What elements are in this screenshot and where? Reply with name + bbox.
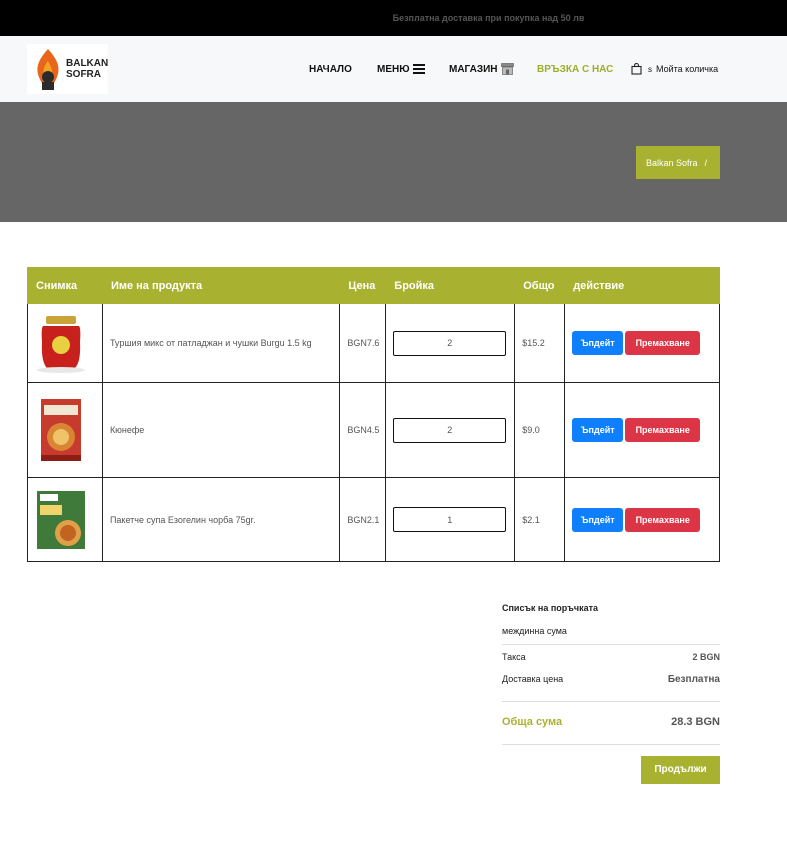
nav-home[interactable]: НАЧАЛО [309, 36, 352, 102]
remove-button[interactable]: Премахване [625, 331, 701, 355]
nav-cart[interactable]: s Мойта количка [631, 36, 718, 102]
product-total: $2.1 [514, 477, 566, 562]
cart-label: Мойта количка [656, 64, 719, 74]
product-price: BGN4.5 [339, 382, 387, 478]
qty-cell [385, 303, 516, 383]
nav-shop[interactable]: МАГАЗИН [449, 36, 514, 102]
breadcrumb-home[interactable]: Balkan Sofra [646, 158, 698, 168]
shopping-bag-icon [631, 63, 642, 75]
store-icon [500, 63, 514, 75]
product-price: BGN2.1 [339, 477, 387, 562]
product-total: $9.0 [514, 382, 566, 478]
remove-button[interactable]: Премахване [625, 507, 701, 532]
qty-cell [385, 382, 516, 478]
product-name[interactable]: Туршия микс от патладжан и чушки Burgu 1… [101, 303, 341, 383]
product-image-cell [27, 382, 103, 478]
action-cell: Ъпдейт Премахване [564, 303, 720, 383]
col-action: действие [564, 267, 720, 304]
product-price: BGN7.6 [339, 303, 387, 383]
table-header-row: Снимка Име на продукта Цена Бройка Общо … [27, 267, 720, 304]
brand-line1: BALKAN [66, 58, 109, 69]
cart-table: Снимка Име на продукта Цена Бройка Общо … [27, 267, 720, 562]
table-row: Пакетче супа Езогелин чорба 75gr. BGN2.1… [27, 477, 720, 562]
product-image-soup[interactable] [35, 489, 87, 551]
hamburger-icon [412, 64, 425, 74]
nav-home-label: НАЧАЛО [309, 63, 352, 75]
delivery-label: Доставка цена [502, 674, 564, 684]
promo-bar: Безплатна доставка при покупка над 50 лв [0, 0, 787, 36]
table-row: Кюнефе BGN4.5 $9.0 ЪпдейтПремахване [27, 382, 720, 478]
table-row: Туршия микс от патладжан и чушки Burgu 1… [27, 303, 720, 383]
subtotal-row: междинна сума [502, 626, 720, 636]
header: BALKAN SOFRA НАЧАЛО МЕНЮ МАГАЗИН ВРЪЗКА … [0, 36, 787, 102]
nav-menu-label: МЕНЮ [377, 63, 410, 75]
breadcrumb-separator: / [704, 157, 708, 168]
brand-logo[interactable]: BALKAN SOFRA [27, 44, 108, 94]
col-name: Име на продукта [101, 267, 341, 304]
col-qty: Бройка [385, 267, 516, 304]
flame-icon [33, 47, 63, 91]
product-image-cell [27, 303, 103, 383]
remove-button[interactable]: Премахване [625, 418, 701, 442]
product-image-dessert[interactable] [35, 397, 87, 463]
nav-shop-label: МАГАЗИН [449, 63, 498, 75]
brand-line2: SOFRA [66, 69, 101, 80]
update-button[interactable]: Ъпдейт [572, 331, 624, 355]
product-name[interactable]: Пакетче супа Езогелин чорба 75gr. [101, 477, 341, 562]
nav-menu[interactable]: МЕНЮ [377, 36, 425, 102]
tax-row: Такса 2 BGN [502, 652, 720, 662]
total-value: 28.3 BGN [671, 716, 720, 728]
action-cell: Ъпдейт Премахване [564, 382, 720, 478]
total-label: Обща сума [502, 716, 563, 728]
tax-value: 2 BGN [692, 652, 720, 662]
cart-count: s [648, 64, 652, 74]
product-total: $15.2 [514, 303, 566, 383]
qty-cell [385, 477, 516, 562]
nav-contact[interactable]: ВРЪЗКА С НАС [537, 36, 613, 102]
breadcrumb: Balkan Sofra / [636, 146, 720, 179]
update-button[interactable]: Ъпдейт [572, 418, 624, 442]
update-button[interactable]: Ъпдейт [572, 507, 624, 532]
delivery-row: Доставка цена Безплатна [502, 674, 720, 685]
col-image: Снимка [27, 267, 103, 304]
checkout-button[interactable]: Продължи [641, 756, 720, 784]
product-image-jar[interactable] [35, 312, 87, 374]
total-row: Обща сума 28.3 BGN [502, 716, 720, 728]
tax-label: Такса [502, 652, 526, 662]
delivery-value: Безплатна [667, 674, 720, 685]
nav-contact-label: ВРЪЗКА С НАС [537, 63, 614, 75]
quantity-input[interactable] [393, 507, 507, 532]
divider [502, 701, 720, 702]
quantity-input[interactable] [393, 330, 507, 356]
page-banner: Balkan Sofra / [0, 102, 787, 222]
divider [502, 644, 720, 645]
col-total: Общо [514, 267, 566, 304]
subtotal-label: междинна сума [502, 626, 567, 636]
product-name[interactable]: Кюнефе [101, 382, 341, 478]
summary-title: Списък на поръчката [502, 603, 599, 613]
promo-text: Безплатна доставка при покупка над 50 лв [392, 13, 585, 23]
action-cell: Ъпдейт Премахване [564, 477, 720, 562]
col-price: Цена [339, 267, 387, 304]
divider [502, 744, 720, 745]
product-image-cell [27, 477, 103, 562]
quantity-input[interactable] [393, 417, 507, 443]
